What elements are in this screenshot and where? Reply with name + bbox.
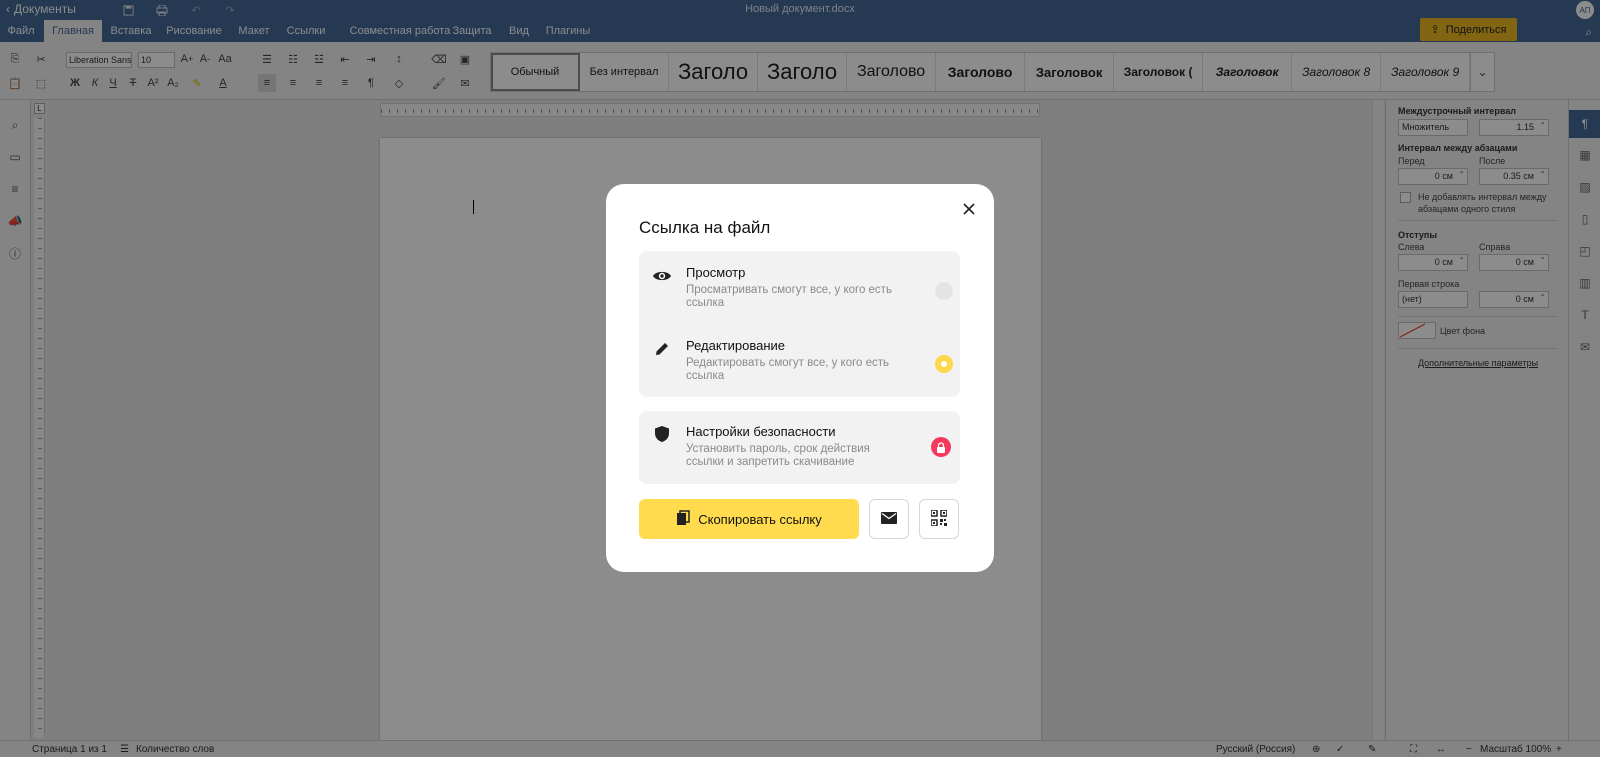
copy-link-label: Скопировать ссылку (698, 511, 822, 527)
edit-option-desc: Редактировать смогут все, у кого есть сс… (686, 357, 890, 382)
share-link-dialog: Ссылка на файл Просмотр Просматривать см… (606, 184, 994, 572)
mail-icon (881, 511, 897, 527)
copy-icon (676, 509, 690, 529)
access-options: Просмотр Просматривать смогут все, у ког… (639, 251, 960, 397)
view-option-title: Просмотр (686, 265, 746, 280)
eye-icon (651, 265, 673, 287)
qr-code-icon (930, 508, 948, 529)
pencil-icon (651, 338, 673, 360)
security-desc: Установить пароль, срок действия ссылки … (686, 443, 870, 468)
editor-app: ‹ Документы ↶ ↷ Новый документ.docx АП Ф… (0, 0, 1600, 757)
security-title: Настройки безопасности (686, 424, 836, 439)
view-radio[interactable] (935, 282, 953, 300)
view-option[interactable]: Просмотр Просматривать смогут все, у ког… (639, 251, 960, 321)
close-icon[interactable] (960, 200, 978, 218)
edit-option-title: Редактирование (686, 338, 786, 353)
edit-option[interactable]: Редактирование Редактировать смогут все,… (639, 324, 960, 394)
shield-icon (651, 423, 673, 445)
security-settings-option[interactable]: Настройки безопасности Установить пароль… (639, 411, 960, 484)
dialog-title: Ссылка на файл (639, 218, 771, 237)
qr-code-button[interactable] (919, 499, 959, 539)
edit-radio[interactable] (935, 355, 953, 373)
copy-link-button[interactable]: Скопировать ссылку (639, 499, 859, 539)
lock-icon (931, 437, 951, 457)
email-button[interactable] (869, 499, 909, 539)
view-option-desc: Просматривать смогут все, у кого есть сс… (686, 284, 892, 309)
